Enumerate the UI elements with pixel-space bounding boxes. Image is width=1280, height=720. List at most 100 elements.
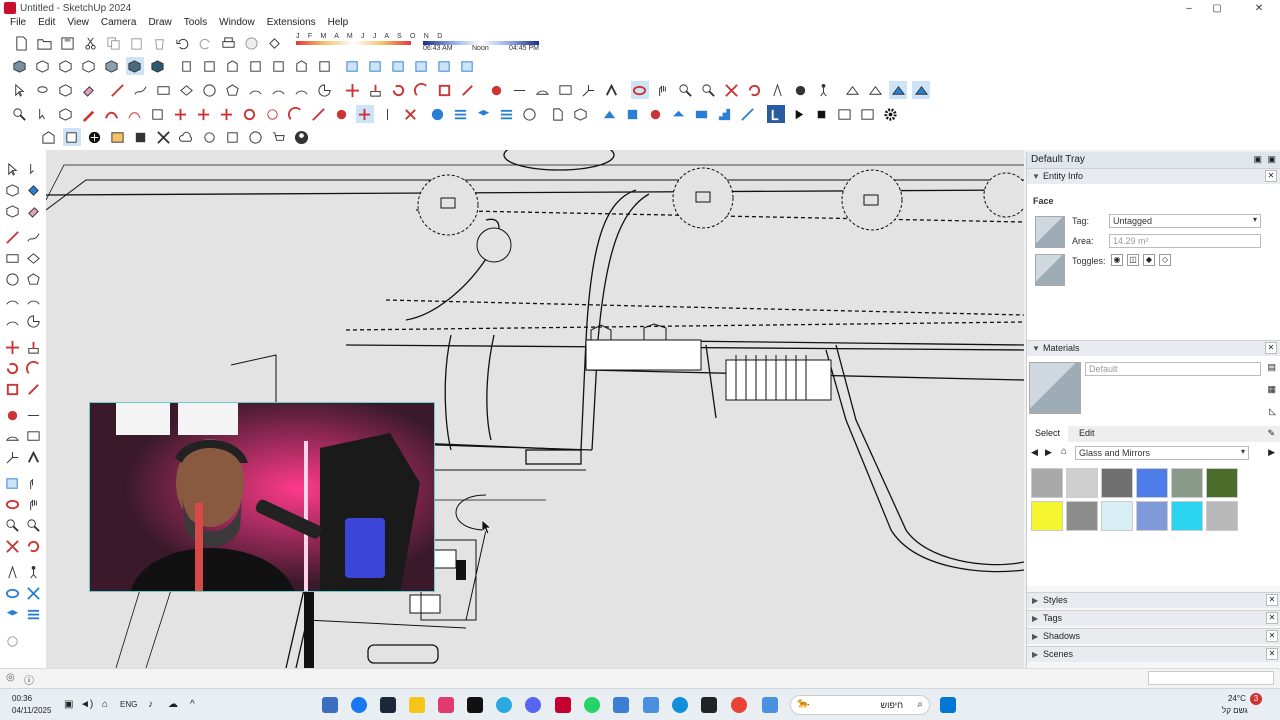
material-swatch[interactable]: [1171, 468, 1203, 498]
open-folder-icon[interactable]: [36, 34, 54, 52]
circle-tool-icon[interactable]: [3, 270, 21, 288]
position-camera-icon[interactable]: [769, 81, 787, 99]
pointer-small-icon[interactable]: [34, 105, 52, 123]
mirror-tool-icon[interactable]: [379, 105, 397, 123]
zoom-window-icon[interactable]: [24, 516, 42, 534]
component-icon[interactable]: [3, 181, 21, 199]
chrome-icon[interactable]: [731, 697, 747, 713]
pan-small-icon[interactable]: [24, 474, 42, 492]
geo-location-icon[interactable]: ◎: [6, 672, 15, 683]
entity-info-close-icon[interactable]: ✕: [1265, 170, 1277, 182]
pan-tool-icon[interactable]: [654, 81, 672, 99]
rotated-rectangle-icon[interactable]: [24, 249, 42, 267]
sandbox-from-scratch-icon[interactable]: [866, 81, 884, 99]
circle-tool-icon[interactable]: [200, 81, 218, 99]
cloud-icon[interactable]: [178, 128, 196, 146]
round-corner-icon[interactable]: [264, 105, 282, 123]
store-icon[interactable]: [762, 697, 778, 713]
back-edges-icon[interactable]: [34, 57, 52, 75]
make-component-icon[interactable]: [57, 81, 75, 99]
create-material-icon[interactable]: ▦: [1267, 384, 1276, 395]
axes-tool-icon[interactable]: [3, 448, 21, 466]
right-view-icon[interactable]: [246, 57, 264, 75]
sketchup-taskbar-icon[interactable]: [322, 697, 338, 713]
push-pull-tool-icon[interactable]: [367, 81, 385, 99]
left-view-icon[interactable]: [292, 57, 310, 75]
new-file-icon[interactable]: [13, 34, 31, 52]
move-tool-icon[interactable]: [344, 81, 362, 99]
front-view-icon[interactable]: [223, 57, 241, 75]
material-swatch[interactable]: [1031, 468, 1063, 498]
menu-window[interactable]: Window: [213, 16, 261, 30]
paint-bucket-icon[interactable]: [24, 181, 42, 199]
section-display-icon[interactable]: [413, 57, 431, 75]
tray-pin-icon[interactable]: ▣: [1253, 154, 1262, 165]
soften-edges-icon[interactable]: [333, 105, 351, 123]
language-indicator[interactable]: ENG: [120, 700, 137, 709]
photo-match-icon[interactable]: [132, 128, 150, 146]
wall-tool-icon[interactable]: [692, 105, 710, 123]
steam-icon[interactable]: [380, 697, 396, 713]
zoom-tool-icon[interactable]: [677, 81, 695, 99]
curve-tool-icon[interactable]: [126, 105, 144, 123]
iso-view-icon[interactable]: [177, 57, 195, 75]
previous-view-icon[interactable]: [746, 81, 764, 99]
stacks-icon[interactable]: [24, 605, 42, 623]
autocad-icon[interactable]: [555, 697, 571, 713]
material-swatch[interactable]: [1171, 501, 1203, 531]
orbit-tool-icon[interactable]: [3, 495, 21, 513]
shaded-textures-icon[interactable]: [125, 57, 144, 75]
browser-edge-dev-icon[interactable]: [496, 697, 512, 713]
warehouse-icon[interactable]: [40, 128, 58, 146]
three-point-arc-icon[interactable]: [3, 312, 21, 330]
show-hidden-icons[interactable]: ^: [190, 699, 195, 710]
shaded-icon[interactable]: [103, 57, 121, 75]
section-fill-icon[interactable]: [390, 57, 408, 75]
walk-tool-icon[interactable]: [24, 563, 42, 581]
display-secondary-icon[interactable]: ▤: [1267, 362, 1276, 373]
follow-me-tool-icon[interactable]: [24, 359, 42, 377]
tape-measure-icon[interactable]: [487, 81, 505, 99]
sandbox-smoove-icon[interactable]: [889, 81, 907, 99]
window-tool-icon[interactable]: [738, 105, 756, 123]
play-icon[interactable]: [790, 105, 808, 123]
edge-browser-icon[interactable]: [672, 697, 688, 713]
solid-tools-icon[interactable]: [57, 105, 75, 123]
home-icon[interactable]: ⌂: [1061, 446, 1067, 457]
styles-header[interactable]: ▶ Styles ✕: [1027, 592, 1280, 608]
materials-close-icon[interactable]: ✕: [1265, 342, 1277, 354]
layer-stack-icon[interactable]: [474, 105, 492, 123]
receive-shadow-toggle-icon[interactable]: ◇: [1159, 254, 1171, 266]
scale-tool-icon[interactable]: [436, 81, 454, 99]
extension-manager-icon[interactable]: [62, 128, 81, 146]
shape-bender-icon[interactable]: [149, 105, 167, 123]
video-app-icon[interactable]: [438, 697, 454, 713]
joint-push-pull-icon[interactable]: [195, 105, 213, 123]
media-app-icon[interactable]: [701, 697, 717, 713]
menu-camera[interactable]: Camera: [95, 16, 143, 30]
section-tool-icon[interactable]: [355, 105, 374, 123]
tray-close-icon[interactable]: ▣: [1267, 154, 1276, 165]
tab-select[interactable]: Select: [1027, 426, 1069, 442]
bricks-icon[interactable]: [109, 128, 127, 146]
lasso-select-icon[interactable]: [24, 160, 42, 178]
orbit-tool-icon[interactable]: [630, 81, 649, 99]
menu-help[interactable]: Help: [322, 16, 355, 30]
dimension-tool-icon[interactable]: [24, 406, 42, 424]
zoom-extents-icon[interactable]: [3, 537, 21, 555]
tiktok-icon[interactable]: [467, 697, 483, 713]
model-viewport[interactable]: [46, 150, 1024, 668]
select-tool-icon[interactable]: [3, 160, 21, 178]
flow-tool-icon[interactable]: [497, 105, 515, 123]
tape-measure-icon[interactable]: [3, 406, 21, 424]
undo-icon[interactable]: [174, 34, 192, 52]
forward-arrow-icon[interactable]: ▶: [1045, 447, 1052, 458]
intersect-faces-icon[interactable]: [310, 105, 328, 123]
material-swatch[interactable]: [1136, 501, 1168, 531]
shadow-date-slider[interactable]: [296, 41, 411, 45]
look-around-icon[interactable]: [792, 81, 810, 99]
previous-view-icon[interactable]: [24, 537, 42, 555]
wireframe-icon[interactable]: [57, 57, 75, 75]
position-camera-icon[interactable]: [3, 563, 21, 581]
bottom-view-icon[interactable]: [315, 57, 333, 75]
